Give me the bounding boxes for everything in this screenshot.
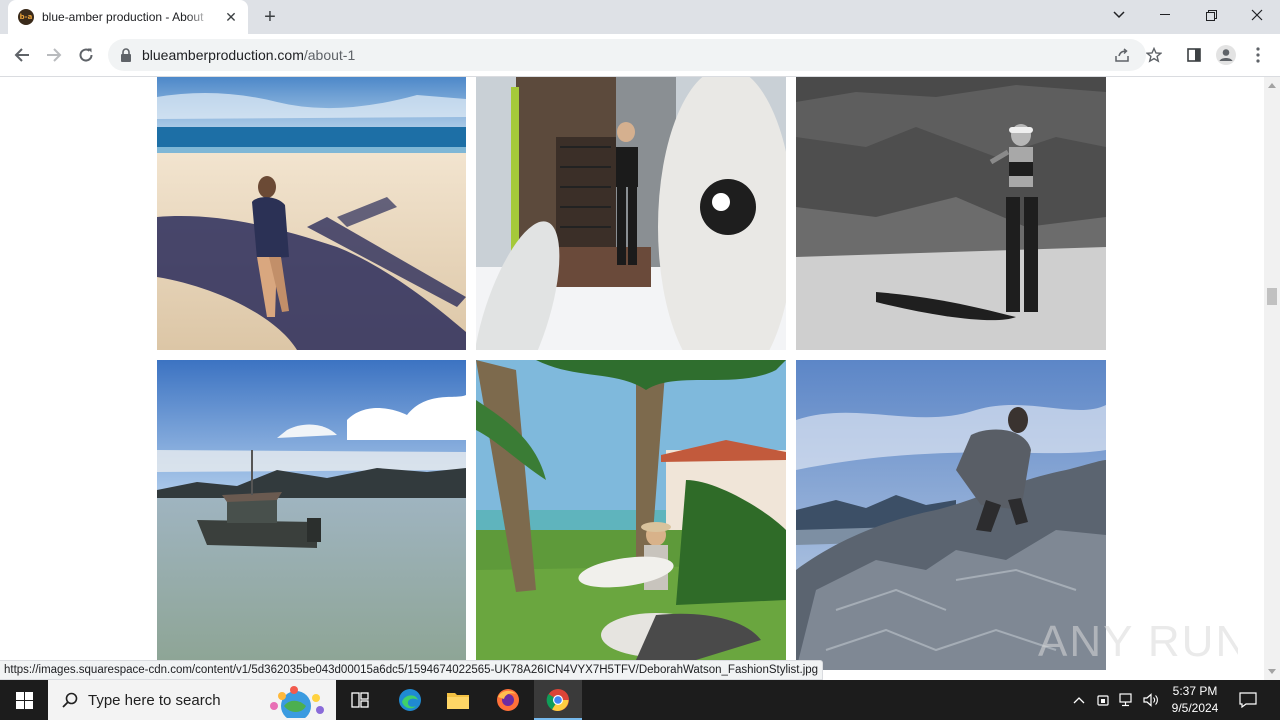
gallery-photo-2[interactable] — [476, 77, 786, 350]
url-text: blueamberproduction.com/about-1 — [142, 47, 356, 63]
page-content — [0, 77, 1264, 680]
profile-avatar-icon[interactable] — [1214, 43, 1238, 67]
search-placeholder: Type here to search — [88, 691, 221, 709]
bookmark-star-icon[interactable] — [1144, 45, 1164, 65]
gallery-photo-4[interactable] — [157, 360, 466, 660]
reload-button[interactable] — [72, 41, 100, 69]
lock-icon[interactable] — [120, 48, 132, 62]
tab-title: blue-amber production - About — [42, 10, 204, 24]
chrome-taskbar-icon[interactable] — [534, 680, 582, 720]
taskbar-clock[interactable]: 5:37 PM 9/5/2024 — [1163, 683, 1227, 717]
windows-taskbar: Type here to search 5:37 PM 9/5/2024 — [0, 680, 1280, 723]
restore-button[interactable] — [1188, 0, 1234, 30]
edge-browser-icon[interactable] — [386, 680, 434, 720]
close-tab-icon[interactable]: ✕ — [222, 8, 240, 26]
gallery-photo-5[interactable] — [476, 360, 786, 660]
woman-hiking-bw-image — [796, 77, 1106, 350]
woman-on-beach-image — [157, 77, 466, 350]
woman-with-snowboards-image — [476, 77, 786, 350]
firefox-icon[interactable] — [484, 680, 532, 720]
new-tab-button[interactable]: + — [258, 5, 282, 29]
side-panel-icon[interactable] — [1182, 43, 1206, 67]
minimize-button[interactable] — [1142, 0, 1188, 30]
search-highlights-icon[interactable] — [260, 684, 332, 723]
browser-tab[interactable]: b-a blue-amber production - About ✕ — [8, 0, 248, 34]
clock-time: 5:37 PM — [1172, 684, 1218, 698]
link-status-bar: https://images.squarespace-cdn.com/conte… — [0, 660, 824, 680]
show-hidden-icons-chevron-icon[interactable] — [1068, 680, 1090, 720]
gallery-photo-3[interactable] — [796, 77, 1106, 350]
back-button[interactable] — [8, 41, 36, 69]
windows-start-icon[interactable] — [0, 680, 48, 720]
tab-search-icon[interactable] — [1096, 0, 1142, 30]
share-icon[interactable] — [1112, 45, 1132, 65]
surfer-under-palms-image — [476, 360, 786, 660]
forward-button[interactable] — [40, 41, 68, 69]
anyrun-watermark: ANY RUN — [1038, 610, 1247, 670]
notification-center-icon[interactable] — [1232, 680, 1264, 720]
site-favicon-icon: b-a — [18, 9, 34, 25]
meet-now-icon[interactable] — [1092, 680, 1114, 720]
scroll-up-arrow-icon[interactable] — [1268, 83, 1276, 88]
taskbar-search-box[interactable]: Type here to search — [48, 680, 336, 723]
scroll-down-arrow-icon[interactable] — [1268, 669, 1276, 674]
boat-on-lake-image — [157, 360, 466, 660]
page-scrollbar[interactable] — [1264, 77, 1280, 680]
menu-kebab-icon[interactable] — [1246, 43, 1270, 67]
volume-icon[interactable] — [1140, 680, 1162, 720]
clock-date: 9/5/2024 — [1171, 701, 1219, 715]
tab-strip: b-a blue-amber production - About ✕ + — [0, 0, 1280, 34]
gallery-photo-1[interactable] — [157, 77, 466, 350]
task-view-icon[interactable] — [336, 680, 384, 720]
file-explorer-icon[interactable] — [434, 680, 482, 720]
scrollbar-thumb[interactable] — [1267, 288, 1277, 305]
address-bar[interactable]: blueamberproduction.com/about-1 — [108, 39, 1162, 71]
browser-toolbar: blueamberproduction.com/about-1 — [0, 34, 1280, 77]
close-window-button[interactable] — [1234, 0, 1280, 30]
network-icon[interactable] — [1116, 680, 1138, 720]
svg-text:ANY RUN: ANY RUN — [1038, 617, 1238, 666]
search-icon — [62, 692, 78, 708]
